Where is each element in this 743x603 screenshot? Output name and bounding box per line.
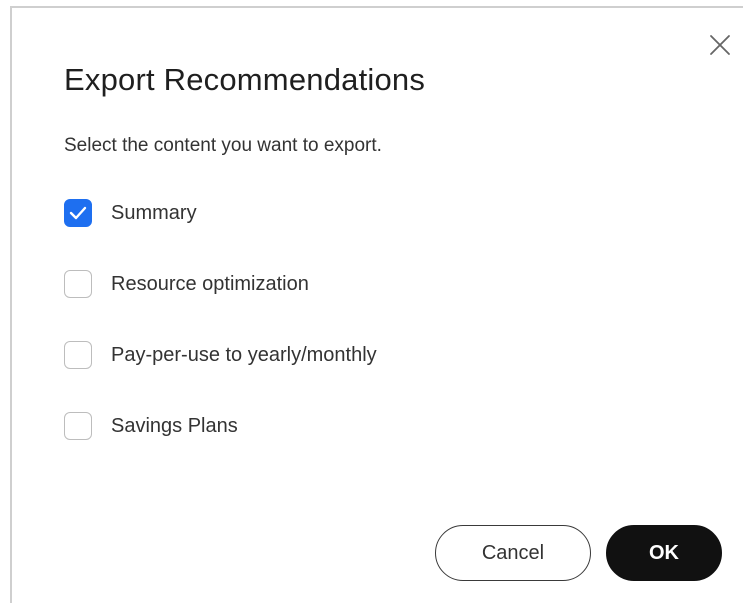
resource-optimization-checkbox[interactable] (64, 270, 92, 298)
pay-per-use-label: Pay-per-use to yearly/monthly (111, 343, 377, 366)
option-pay-per-use[interactable]: Pay-per-use to yearly/monthly (64, 340, 377, 370)
close-icon (710, 35, 730, 55)
option-summary[interactable]: Summary (64, 198, 197, 228)
summary-checkbox[interactable] (64, 199, 92, 227)
savings-plans-checkbox[interactable] (64, 412, 92, 440)
dialog-title: Export Recommendations (64, 62, 426, 97)
option-resource-optimization[interactable]: Resource optimization (64, 269, 309, 299)
pay-per-use-checkbox[interactable] (64, 341, 92, 369)
resource-optimization-label: Resource optimization (111, 272, 309, 295)
cancel-button[interactable]: Cancel (435, 525, 591, 581)
savings-plans-label: Savings Plans (111, 414, 238, 437)
ok-button[interactable]: OK (606, 525, 722, 581)
summary-label: Summary (111, 201, 197, 224)
dialog-subtitle: Select the content you want to export. (64, 135, 382, 156)
export-dialog: Export Recommendations Select the conten… (10, 6, 743, 603)
close-button[interactable] (709, 34, 731, 56)
option-savings-plans[interactable]: Savings Plans (64, 411, 238, 441)
checkmark-icon (69, 206, 87, 220)
